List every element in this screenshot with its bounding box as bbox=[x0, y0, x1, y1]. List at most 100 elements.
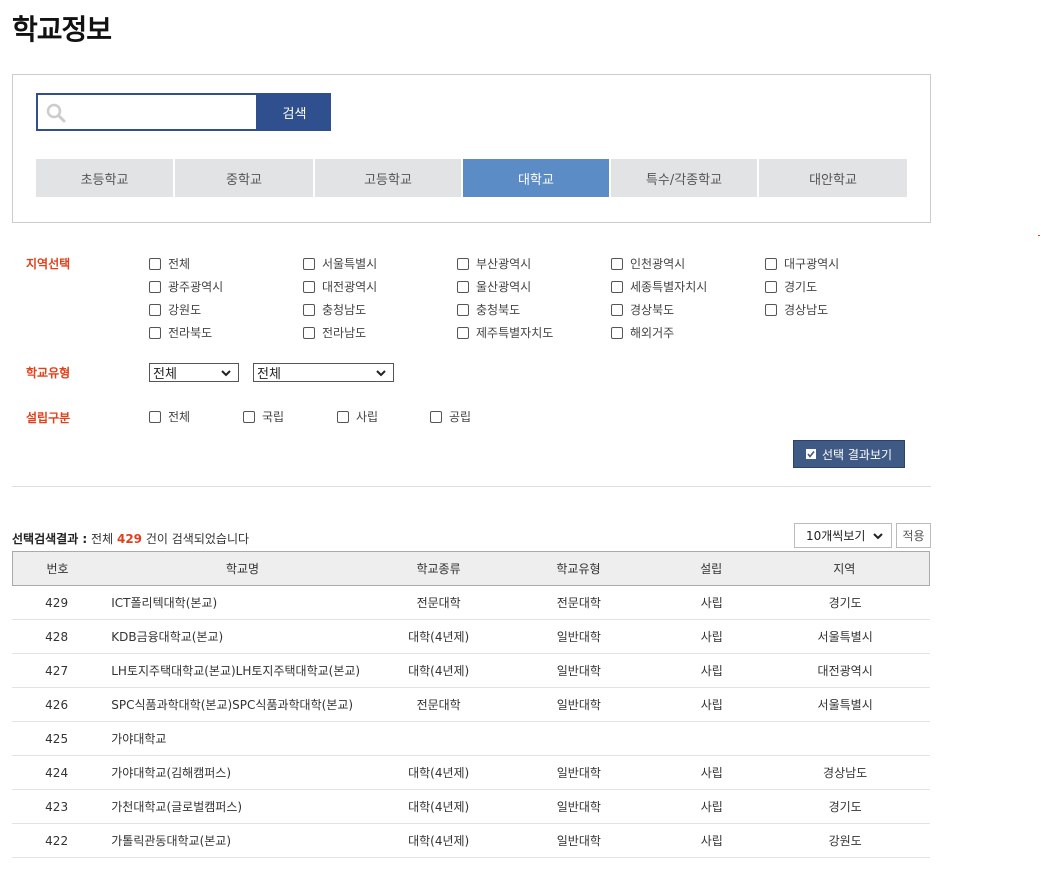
region-checkbox[interactable]: 전라남도 bbox=[303, 324, 366, 341]
checkbox-box[interactable] bbox=[303, 326, 315, 339]
checkbox-box[interactable] bbox=[611, 280, 623, 293]
checkbox-box[interactable] bbox=[149, 280, 161, 293]
row-type: 일반대학 bbox=[556, 630, 601, 644]
region-checkbox[interactable]: 인천광역시 bbox=[611, 255, 685, 272]
region-checkbox-label: 서울특별시 bbox=[322, 257, 378, 271]
search-panel: 검색 초등학교 중학교 고등학교 대학교 특수/각종학교 대안학교 bbox=[12, 74, 931, 223]
checkbox-box[interactable] bbox=[149, 326, 161, 339]
checkbox-box[interactable] bbox=[337, 410, 349, 423]
row-region: 경기도 bbox=[828, 800, 862, 814]
establishment-checkbox[interactable]: 전체 bbox=[149, 408, 190, 425]
region-checkbox[interactable]: 세종특별자치시 bbox=[611, 278, 707, 295]
decorative-dot bbox=[1038, 235, 1040, 236]
checkbox-box[interactable] bbox=[611, 326, 623, 339]
results-table: 번호 학교명 학교종류 학교유형 설립 지역 429 ICT폴리텍대학(본교) 전문… bbox=[12, 551, 930, 858]
region-checkbox[interactable]: 울산광역시 bbox=[457, 278, 531, 295]
checkbox-box[interactable] bbox=[149, 410, 161, 423]
region-checkbox[interactable]: 대전광역시 bbox=[303, 278, 377, 295]
apply-button[interactable]: 적용 bbox=[896, 523, 931, 548]
row-school-name[interactable]: LH토지주택대학교(본교)LH토지주택대학교(본교) bbox=[101, 662, 383, 679]
tab-high[interactable]: 고등학교 bbox=[315, 159, 461, 197]
checkbox-box[interactable] bbox=[243, 410, 255, 423]
region-checkbox[interactable]: 광주광역시 bbox=[149, 278, 223, 295]
row-region: 경상남도 bbox=[823, 766, 868, 780]
school-type-label: 학교유형 bbox=[26, 366, 71, 380]
row-school-name[interactable]: 가야대학교 bbox=[101, 730, 383, 747]
tab-special[interactable]: 특수/각종학교 bbox=[611, 159, 757, 197]
row-school-name[interactable]: SPC식품과학대학(본교)SPC식품과학대학(본교) bbox=[101, 696, 383, 713]
establishment-checkbox[interactable]: 사립 bbox=[337, 408, 378, 425]
view-results-label: 선택 결과보기 bbox=[821, 447, 893, 462]
region-checkbox[interactable]: 전라북도 bbox=[149, 324, 212, 341]
school-type-select-1-value: 전체 bbox=[153, 367, 177, 382]
header-establishment: 설립 bbox=[700, 562, 723, 576]
checkbox-box[interactable] bbox=[457, 257, 469, 270]
region-checkbox[interactable]: 경상남도 bbox=[765, 301, 828, 318]
table-row[interactable]: 429 ICT폴리텍대학(본교) 전문대학 전문대학 사립 경기도 bbox=[12, 586, 930, 620]
table-row[interactable]: 422 가톨릭관동대학교(본교) 대학(4년제) 일반대학 사립 강원도 bbox=[12, 824, 930, 858]
row-establishment: 사립 bbox=[700, 630, 723, 644]
page-size-select[interactable]: 10개씩보기 bbox=[794, 523, 892, 548]
row-school-name[interactable]: ICT폴리텍대학(본교) bbox=[101, 594, 383, 611]
region-checkbox[interactable]: 충청남도 bbox=[303, 301, 366, 318]
table-row[interactable]: 424 가야대학교(김해캠퍼스) 대학(4년제) 일반대학 사립 경상남도 bbox=[12, 756, 930, 790]
checkbox-box[interactable] bbox=[303, 257, 315, 270]
region-checkbox[interactable]: 부산광역시 bbox=[457, 255, 531, 272]
table-row[interactable]: 426 SPC식품과학대학(본교)SPC식품과학대학(본교) 전문대학 일반대학 사립 서… bbox=[12, 688, 930, 722]
search-field[interactable] bbox=[36, 93, 258, 131]
row-school-name[interactable]: 가천대학교(글로벌캠퍼스) bbox=[101, 798, 383, 815]
tab-university[interactable]: 대학교 bbox=[463, 159, 609, 197]
region-checkbox[interactable]: 서울특별시 bbox=[303, 255, 377, 272]
region-checkbox[interactable]: 대구광역시 bbox=[765, 255, 839, 272]
table-row[interactable]: 423 가천대학교(글로벌캠퍼스) 대학(4년제) 일반대학 사립 경기도 bbox=[12, 790, 930, 824]
region-checkbox[interactable]: 경상북도 bbox=[611, 301, 674, 318]
checkbox-box[interactable] bbox=[457, 280, 469, 293]
table-row[interactable]: 427 LH토지주택대학교(본교)LH토지주택대학교(본교) 대학(4년제) 일반대학… bbox=[12, 654, 930, 688]
checkbox-box[interactable] bbox=[611, 303, 623, 316]
table-row[interactable]: 428 KDB금융대학교(본교) 대학(4년제) 일반대학 사립 서울특별시 bbox=[12, 620, 930, 654]
school-type-select-2[interactable]: 전체 bbox=[253, 363, 394, 382]
checkbox-box[interactable] bbox=[611, 257, 623, 270]
region-checkbox[interactable]: 경기도 bbox=[765, 278, 817, 295]
region-checkbox-label: 인천광역시 bbox=[630, 257, 686, 271]
table-row[interactable]: 425 가야대학교 bbox=[12, 722, 930, 756]
checkbox-box[interactable] bbox=[765, 280, 777, 293]
checkbox-box[interactable] bbox=[765, 257, 777, 270]
checkbox-box[interactable] bbox=[457, 303, 469, 316]
search-button[interactable]: 검색 bbox=[258, 93, 331, 131]
tab-middle[interactable]: 중학교 bbox=[175, 159, 313, 197]
row-no: 427 bbox=[45, 663, 69, 678]
page-size-value: 10개씩보기 bbox=[806, 529, 866, 543]
checkbox-box[interactable] bbox=[303, 280, 315, 293]
table-body: 429 ICT폴리텍대학(본교) 전문대학 전문대학 사립 경기도 428 KDB금융대학교(… bbox=[12, 586, 930, 858]
region-checkbox-label: 경기도 bbox=[784, 280, 818, 294]
row-no: 423 bbox=[45, 799, 69, 814]
row-school-name[interactable]: 가야대학교(김해캠퍼스) bbox=[101, 764, 383, 781]
region-checkbox[interactable]: 제주특별자치도 bbox=[457, 324, 553, 341]
region-checkbox[interactable]: 해외거주 bbox=[611, 324, 674, 341]
establishment-checkbox[interactable]: 공립 bbox=[430, 408, 471, 425]
checkbox-box[interactable] bbox=[765, 303, 777, 316]
tab-alternative[interactable]: 대안학교 bbox=[759, 159, 907, 197]
row-school-name[interactable]: 가톨릭관동대학교(본교) bbox=[101, 832, 383, 849]
region-checkbox[interactable]: 전체 bbox=[149, 255, 190, 272]
region-checkbox-label: 부산광역시 bbox=[476, 257, 532, 271]
region-checkbox[interactable]: 강원도 bbox=[149, 301, 201, 318]
checkbox-box[interactable] bbox=[457, 326, 469, 339]
view-results-button[interactable]: 선택 결과보기 bbox=[793, 440, 905, 468]
establishment-checkbox[interactable]: 국립 bbox=[243, 408, 284, 425]
tab-elementary[interactable]: 초등학교 bbox=[36, 159, 173, 197]
establishment-checkbox-label: 공립 bbox=[449, 410, 472, 424]
checkbox-box[interactable] bbox=[303, 303, 315, 316]
row-no: 422 bbox=[45, 833, 69, 848]
row-school-name[interactable]: KDB금융대학교(본교) bbox=[101, 628, 383, 645]
checkbox-box[interactable] bbox=[149, 257, 161, 270]
checkbox-box[interactable] bbox=[149, 303, 161, 316]
region-checkbox[interactable]: 충청북도 bbox=[457, 301, 520, 318]
school-type-select-1[interactable]: 전체 bbox=[149, 363, 239, 382]
checkbox-box[interactable] bbox=[430, 410, 442, 423]
row-region: 강원도 bbox=[828, 834, 862, 848]
summary-suffix: 건이 검색되었습니다 bbox=[145, 532, 250, 546]
establishment-checkbox-label: 사립 bbox=[356, 410, 379, 424]
search-input[interactable] bbox=[70, 95, 256, 129]
